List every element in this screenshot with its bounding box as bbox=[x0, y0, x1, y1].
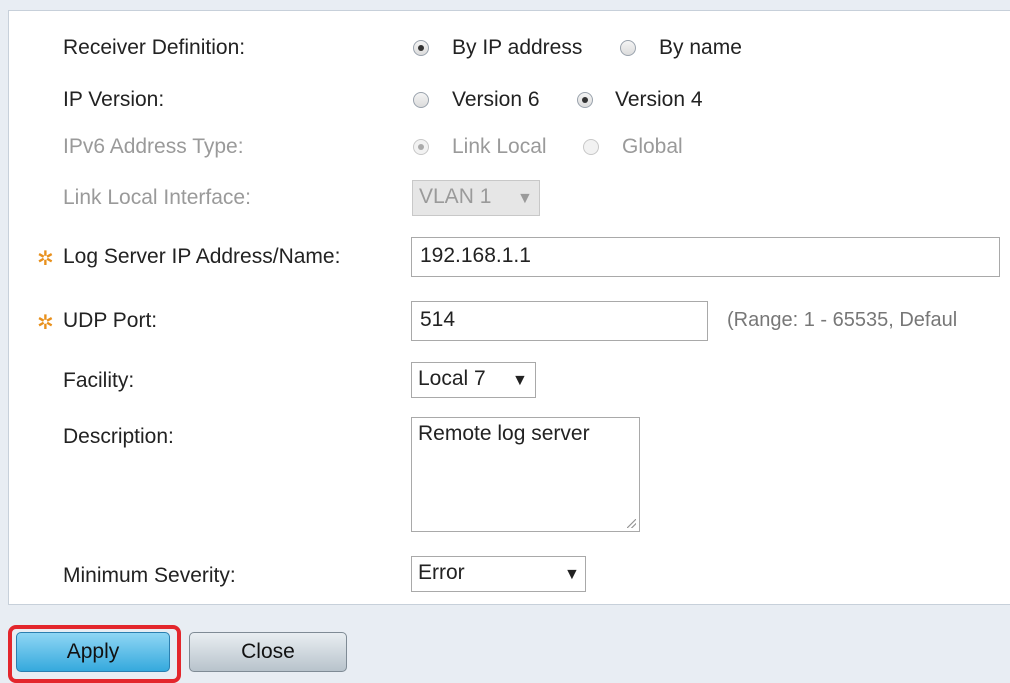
gear-icon: ✲ bbox=[37, 248, 54, 270]
facility-select[interactable]: Local 7 ▼ bbox=[411, 362, 536, 398]
log-server-label: Log Server IP Address/Name: bbox=[63, 245, 341, 268]
minimum-severity-select[interactable]: Error ▼ bbox=[411, 556, 586, 592]
facility-value: Local 7 bbox=[418, 367, 486, 390]
receiver-by-name-radio[interactable] bbox=[620, 40, 636, 56]
description-label: Description: bbox=[63, 425, 174, 448]
receiver-definition-label: Receiver Definition: bbox=[63, 36, 246, 59]
ip-version-6-label: Version 6 bbox=[452, 88, 540, 111]
chevron-down-icon: ▼ bbox=[564, 566, 580, 583]
link-local-interface-value: VLAN 1 bbox=[419, 185, 492, 208]
udp-port-value: 514 bbox=[420, 308, 456, 331]
link-local-interface-label: Link Local Interface: bbox=[63, 186, 251, 209]
description-textarea[interactable]: Remote log server bbox=[411, 417, 640, 532]
ipv6-global-radio bbox=[583, 139, 599, 155]
gear-icon: ✲ bbox=[37, 312, 54, 334]
chevron-down-icon: ▼ bbox=[517, 190, 533, 207]
minimum-severity-label: Minimum Severity: bbox=[63, 564, 236, 587]
minimum-severity-value: Error bbox=[418, 561, 465, 584]
ip-version-6-radio[interactable] bbox=[413, 92, 429, 108]
receiver-by-ip-label: By IP address bbox=[452, 36, 583, 59]
log-server-input[interactable]: 192.168.1.1 bbox=[411, 237, 1000, 277]
log-server-value: 192.168.1.1 bbox=[420, 244, 531, 267]
ip-version-label: IP Version: bbox=[63, 88, 165, 111]
receiver-by-name-label: By name bbox=[659, 36, 742, 59]
ip-version-4-label: Version 4 bbox=[615, 88, 703, 111]
facility-label: Facility: bbox=[63, 369, 135, 392]
apply-button[interactable]: Apply bbox=[16, 632, 170, 672]
udp-port-input[interactable]: 514 bbox=[411, 301, 708, 341]
resize-grip-icon[interactable] bbox=[627, 519, 636, 528]
receiver-by-ip-radio[interactable] bbox=[413, 40, 429, 56]
ipv6-global-label: Global bbox=[622, 135, 683, 158]
description-value: Remote log server bbox=[418, 422, 590, 445]
ipv6-address-type-label: IPv6 Address Type: bbox=[63, 135, 244, 158]
ipv6-link-local-label: Link Local bbox=[452, 135, 547, 158]
udp-port-hint: (Range: 1 - 65535, Defaul bbox=[727, 309, 958, 331]
udp-port-label: UDP Port: bbox=[63, 309, 158, 332]
ipv6-link-local-radio bbox=[413, 139, 429, 155]
close-button[interactable]: Close bbox=[189, 632, 347, 672]
chevron-down-icon: ▼ bbox=[512, 372, 528, 389]
link-local-interface-select: VLAN 1 ▼ bbox=[412, 180, 540, 216]
ip-version-4-radio[interactable] bbox=[577, 92, 593, 108]
